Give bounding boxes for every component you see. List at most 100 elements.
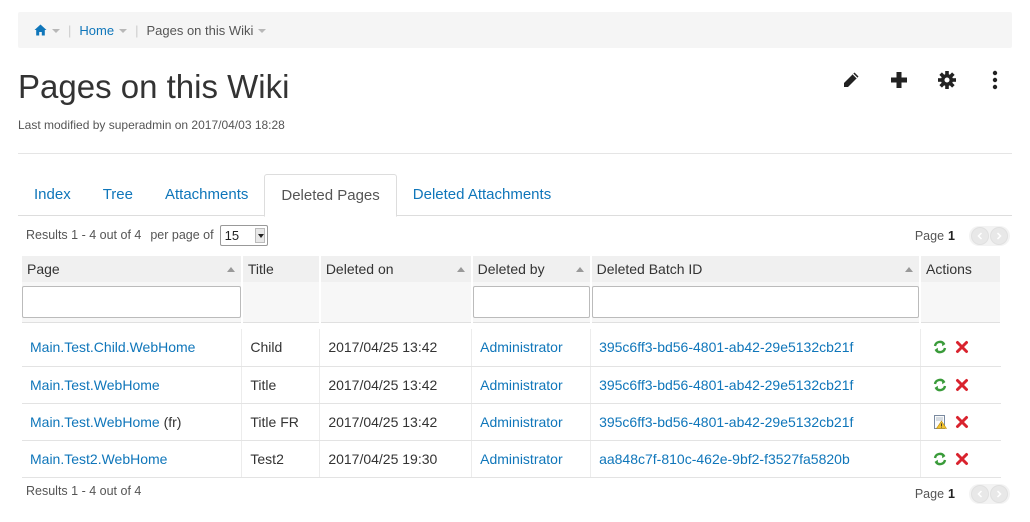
cell-deleted-by: Administrator <box>471 440 592 478</box>
cell-actions <box>920 440 1001 478</box>
deleted-pages-table: Page Title Deleted on Deleted by Deleted… <box>22 256 1002 478</box>
cell-actions <box>920 403 1001 441</box>
prev-page-button[interactable] <box>971 227 989 245</box>
column-header-title: Title <box>241 256 321 282</box>
batch-id-link[interactable]: 395c6ff3-bd56-4801-ab42-29e5132cb21f <box>599 377 853 393</box>
cell-title: Test2 <box>241 440 321 478</box>
home-icon[interactable] <box>34 24 47 36</box>
pager-buttons <box>969 484 1010 504</box>
table-header-row: Page Title Deleted on Deleted by Deleted… <box>22 256 1002 282</box>
tab-deleted-pages[interactable]: Deleted Pages <box>264 174 397 217</box>
sort-icon[interactable] <box>456 267 465 272</box>
sort-icon[interactable] <box>905 267 913 272</box>
pagination-bottom: Page 1 <box>915 484 1010 504</box>
table-body: Main.Test.Child.WebHome Child 2017/04/25 … <box>22 329 1001 478</box>
breadcrumb-separator: | <box>68 22 72 38</box>
page-label: Page <box>914 229 945 243</box>
cell-actions <box>920 366 1001 404</box>
tab-bar: Index Tree Attachments Deleted Pages Del… <box>18 174 1012 217</box>
per-page-label: per page of <box>150 228 214 242</box>
next-page-button[interactable] <box>990 485 1008 503</box>
chevron-down-icon[interactable] <box>258 29 267 33</box>
breadcrumb-home[interactable] <box>34 24 68 36</box>
restore-button[interactable] <box>933 452 947 466</box>
cell-deleted-on: 2017/04/25 13:42 <box>319 366 473 404</box>
results-summary-top: Results 1 - 4 out of 4 per page of 15 <box>26 224 268 246</box>
tab-deleted-attachments[interactable]: Deleted Attachments <box>397 174 567 216</box>
batch-id-link[interactable]: 395c6ff3-bd56-4801-ab42-29e5132cb21f <box>599 414 853 430</box>
cell-page: Main.Test2.WebHome <box>22 440 243 478</box>
per-page-value: 15 <box>224 227 240 243</box>
tab-attachments[interactable]: Attachments <box>149 174 264 216</box>
plus-icon <box>891 72 907 88</box>
page-link[interactable]: Main.Test2.WebHome <box>30 451 167 467</box>
page-warning-icon <box>933 414 947 429</box>
settings-button[interactable] <box>936 66 958 94</box>
user-link[interactable]: Administrator <box>480 339 562 355</box>
batch-id-link[interactable]: 395c6ff3-bd56-4801-ab42-29e5132cb21f <box>599 339 853 355</box>
kebab-menu-icon <box>992 70 998 90</box>
gear-icon <box>938 71 956 89</box>
more-actions-button[interactable] <box>984 66 1006 94</box>
pager-buttons <box>969 226 1010 246</box>
delete-button[interactable] <box>955 452 969 466</box>
page-link[interactable]: Main.Test.WebHome <box>30 414 160 430</box>
cell-batch-id: 395c6ff3-bd56-4801-ab42-29e5132cb21f <box>590 366 921 404</box>
cell-deleted-on: 2017/04/25 13:42 <box>319 329 473 367</box>
column-header-deleted-on[interactable]: Deleted on <box>319 256 473 282</box>
page-link[interactable]: Main.Test.WebHome <box>30 377 160 393</box>
column-header-actions: Actions <box>920 256 1002 282</box>
restore-button[interactable] <box>933 378 947 392</box>
delete-icon <box>955 378 969 392</box>
chevron-right-icon <box>996 232 1002 240</box>
cell-batch-id: 395c6ff3-bd56-4801-ab42-29e5132cb21f <box>590 403 921 441</box>
cell-actions <box>920 329 1001 367</box>
tab-tree[interactable]: Tree <box>87 174 149 216</box>
restore-button[interactable] <box>933 340 947 354</box>
edit-button[interactable] <box>840 66 862 94</box>
last-modified: Last modified by superadmin on 2017/04/0… <box>18 118 285 132</box>
pencil-icon <box>844 72 859 87</box>
sort-icon[interactable] <box>226 267 235 272</box>
page-language: (fr) <box>163 413 182 430</box>
tab-index[interactable]: Index <box>18 174 87 216</box>
column-header-batch-id[interactable]: Deleted Batch ID <box>590 256 922 282</box>
chevron-down-icon[interactable] <box>52 29 60 33</box>
next-page-button[interactable] <box>990 227 1008 245</box>
cell-page: Main.Test.Child.WebHome <box>22 329 243 367</box>
column-header-page[interactable]: Page <box>22 256 243 282</box>
sort-icon[interactable] <box>575 267 584 272</box>
cell-deleted-on: 2017/04/25 19:30 <box>319 440 473 478</box>
create-button[interactable] <box>888 66 910 94</box>
cell-deleted-by: Administrator <box>471 366 592 404</box>
table-row: Main.Test.Child.WebHome Child 2017/04/25 … <box>22 329 1001 367</box>
chevron-down-icon[interactable] <box>119 29 128 33</box>
breadcrumb-home-link[interactable]: Home <box>79 23 114 38</box>
page-label: Page <box>914 487 945 501</box>
user-link[interactable]: Administrator <box>480 377 562 393</box>
restore-icon <box>933 378 947 392</box>
delete-button[interactable] <box>955 340 969 354</box>
page-link[interactable]: Main.Test.Child.WebHome <box>30 339 195 355</box>
per-page-select[interactable]: 15 <box>219 224 268 246</box>
user-link[interactable]: Administrator <box>480 451 562 467</box>
chevron-left-icon <box>977 490 983 498</box>
filter-deleted-by-input[interactable] <box>472 285 590 318</box>
restore-icon <box>933 452 947 466</box>
column-header-deleted-by[interactable]: Deleted by <box>471 256 592 282</box>
cell-page: Main.Test.WebHome (fr) <box>22 403 243 441</box>
breadcrumb: | Home | Pages on this Wiki <box>18 12 1012 48</box>
results-count: Results 1 - 4 out of 4 <box>26 228 142 242</box>
page-title: Pages on this Wiki <box>18 68 290 105</box>
delete-button[interactable] <box>955 415 969 429</box>
table-row: Main.Test.WebHome Title 2017/04/25 13:42 A… <box>22 366 1001 404</box>
user-link[interactable]: Administrator <box>480 414 562 430</box>
batch-id-link[interactable]: aa848c7f-810c-462e-9bf2-f3527fa5820b <box>599 451 850 467</box>
delete-button[interactable] <box>955 378 969 392</box>
filter-page-input[interactable] <box>22 285 241 318</box>
filter-batch-id-input[interactable] <box>591 285 919 318</box>
cell-deleted-by: Administrator <box>471 329 592 367</box>
prev-page-button[interactable] <box>971 485 989 503</box>
view-page-button[interactable] <box>933 414 947 429</box>
pagination-top: Page 1 <box>915 226 1010 246</box>
